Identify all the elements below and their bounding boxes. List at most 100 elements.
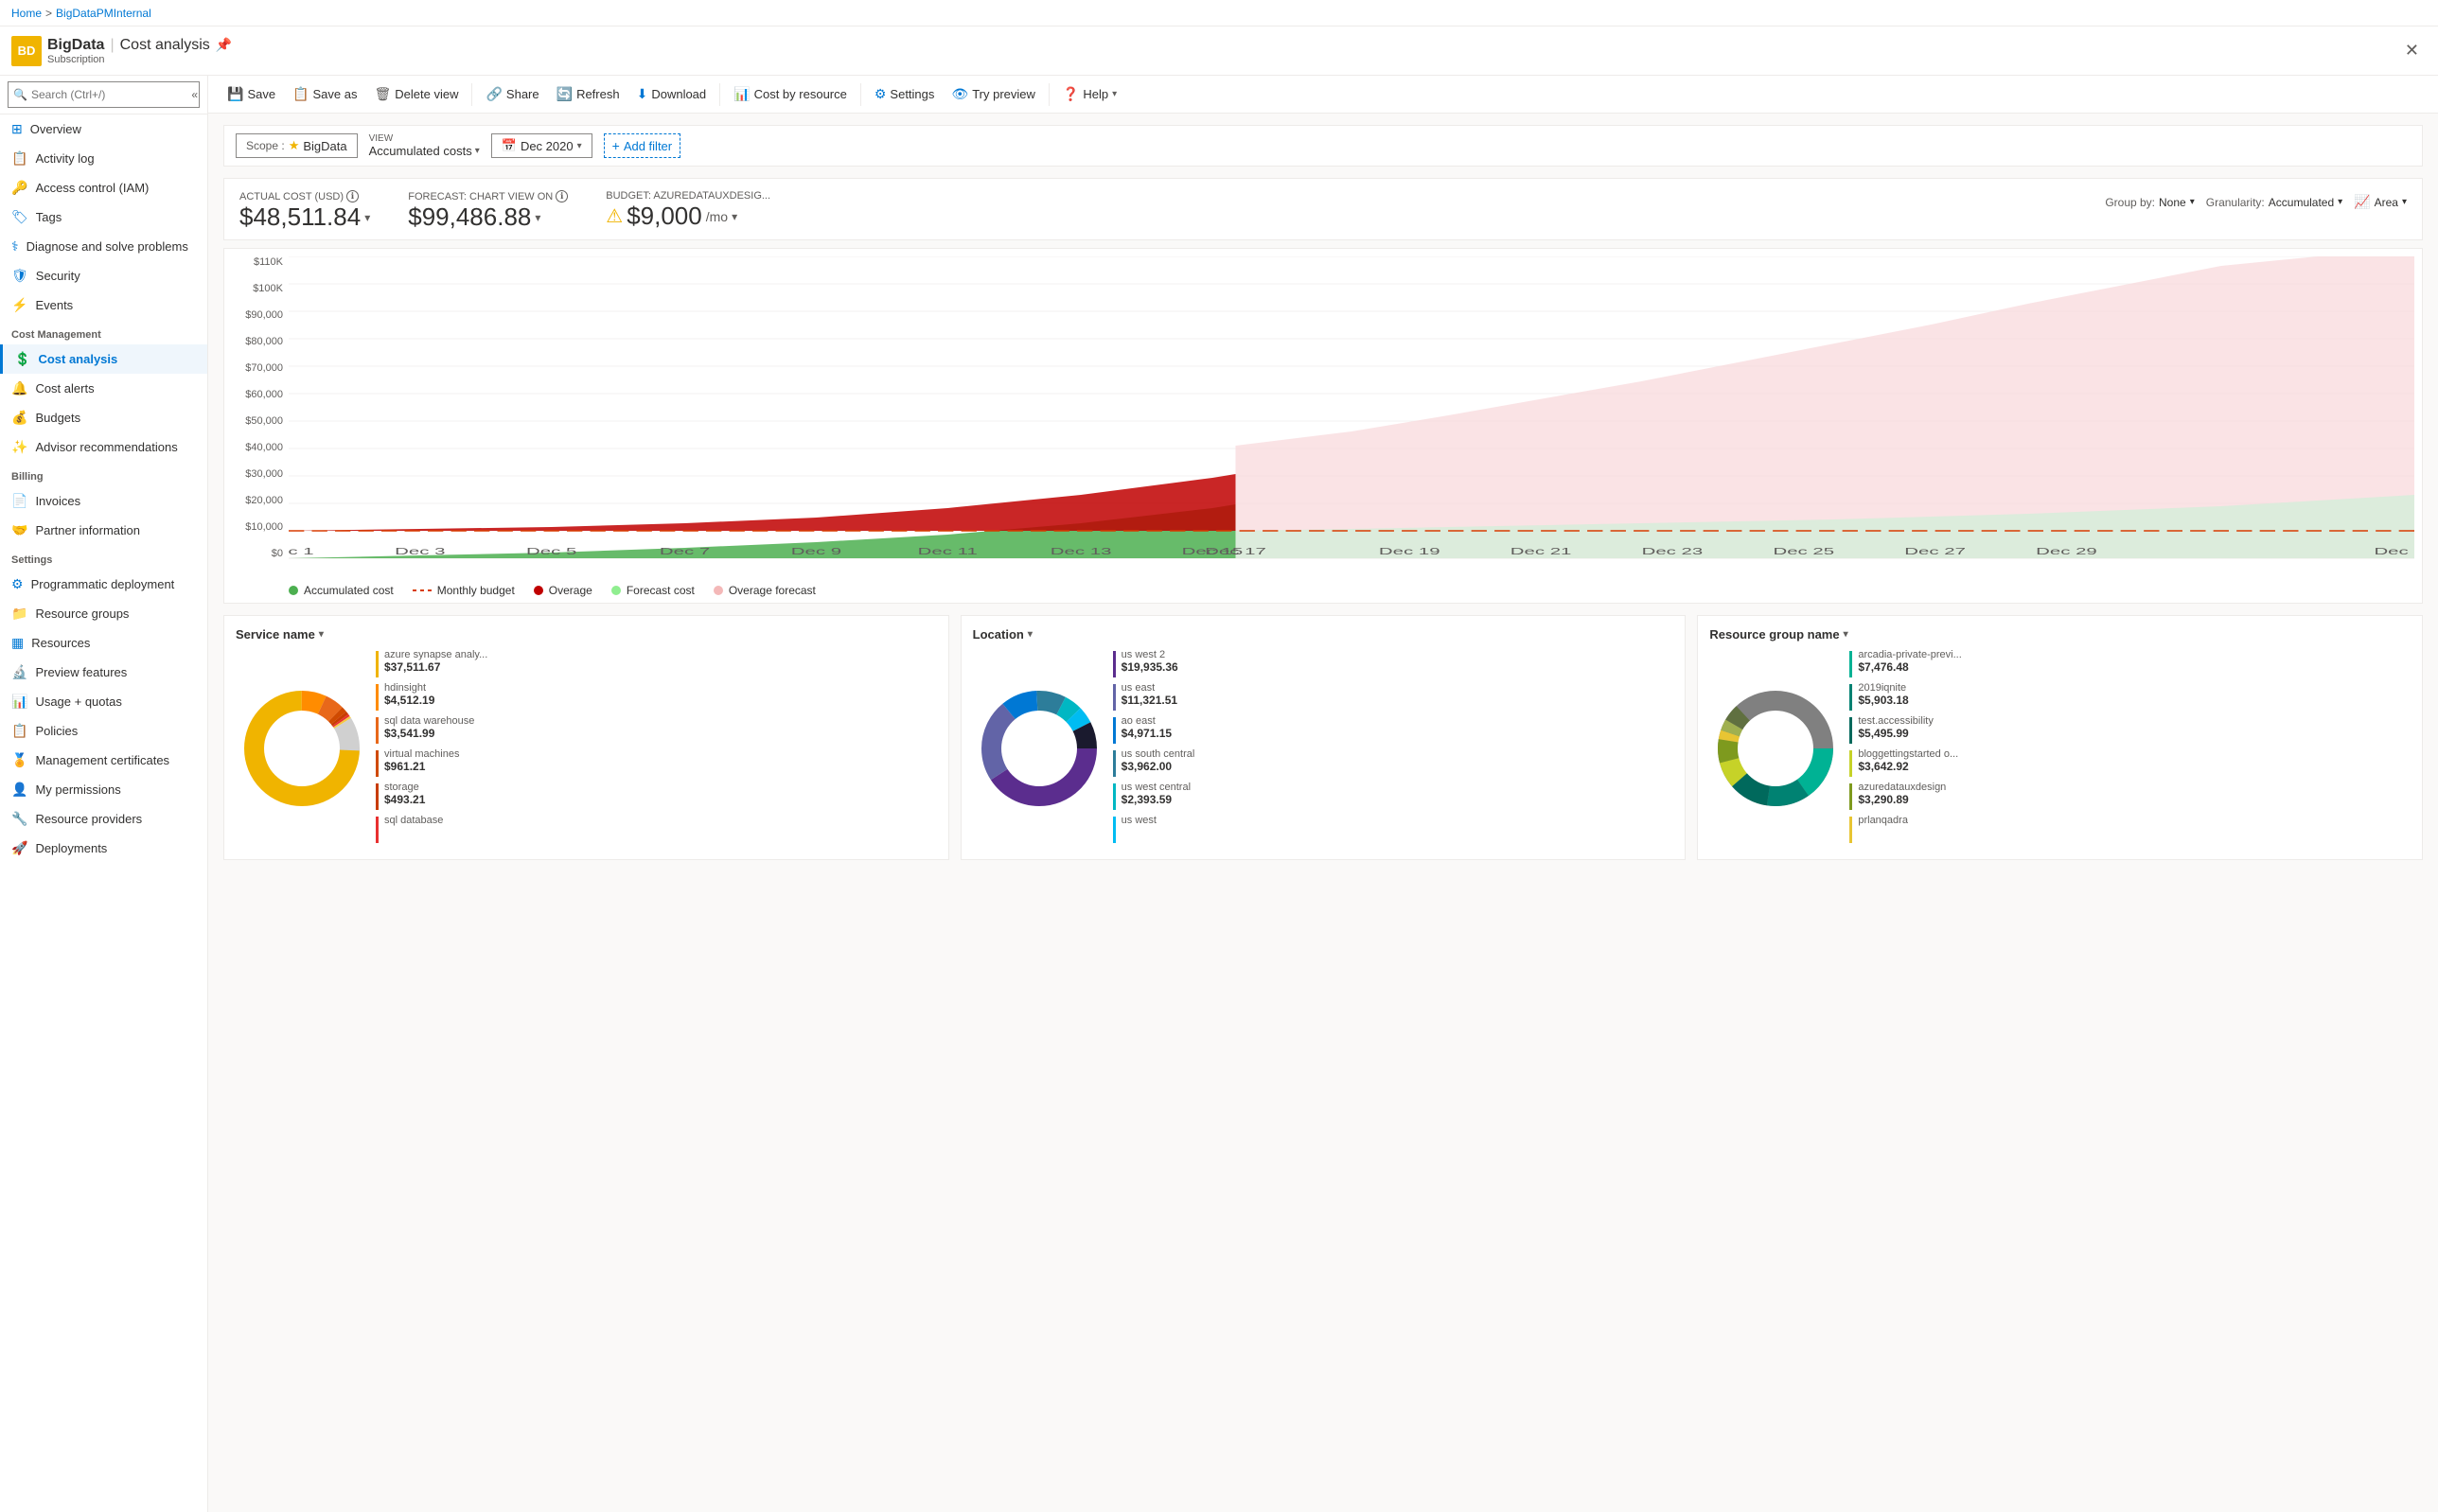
sidebar-item-resources[interactable]: ▦ Resources [0, 628, 207, 658]
group-by-control[interactable]: Group by: None ▾ [2105, 196, 2194, 209]
chart-container: $110K $100K $90,000 $80,000 $70,000 $60,… [223, 248, 2423, 604]
sidebar-item-my-permissions[interactable]: 👤 My permissions [0, 775, 207, 804]
sidebar-item-resource-groups[interactable]: 📁 Resource groups [0, 599, 207, 628]
rg-chevron-icon: ▾ [1844, 629, 1848, 640]
donut-card-title-rg[interactable]: Resource group name ▾ [1709, 627, 2411, 642]
cost-by-resource-button[interactable]: 📊 Cost by resource [726, 81, 855, 107]
sidebar-item-budgets[interactable]: 💰 Budgets [0, 403, 207, 432]
activity-log-icon: 📋 [11, 150, 27, 167]
sidebar-item-tags[interactable]: 🏷 Tags [0, 202, 207, 232]
sidebar-item-overview[interactable]: ⊞ Overview [0, 114, 207, 144]
actual-chevron-icon: ▾ [364, 211, 370, 224]
app-logo: BD [11, 36, 42, 66]
save-as-button[interactable]: 📋 Save as [285, 81, 364, 107]
sidebar-item-cost-analysis[interactable]: 💲 Cost analysis [0, 344, 207, 374]
donut-legend-item: sql data warehouse$3,541.99 [376, 715, 937, 744]
sidebar-item-security[interactable]: 🛡 Security [0, 261, 207, 290]
view-label: VIEW [369, 133, 480, 144]
sidebar-item-programmatic[interactable]: ⚙ Programmatic deployment [0, 570, 207, 599]
sidebar-item-policies[interactable]: 📋 Policies [0, 716, 207, 746]
svg-text:Dec 3: Dec 3 [395, 546, 445, 556]
donut-card-title-location[interactable]: Location ▾ [973, 627, 1674, 642]
svg-text:Dec 5: Dec 5 [526, 546, 576, 556]
sidebar-item-resource-providers[interactable]: 🔧 Resource providers [0, 804, 207, 834]
close-button[interactable]: ✕ [2397, 37, 2427, 64]
granularity-control[interactable]: Granularity: Accumulated ▾ [2206, 196, 2342, 209]
donut-content-service: azure synapse analy...$37,511.67 hdinsig… [236, 649, 937, 848]
collapse-icon[interactable]: « [191, 88, 198, 101]
info-icon[interactable]: ℹ [346, 190, 359, 202]
budget-line-indicator [413, 589, 432, 591]
forecast-cost-value[interactable]: $99,486.88 ▾ [408, 202, 568, 232]
donut-legend-item: sql database [376, 815, 937, 843]
settings-icon: ⚙ [874, 86, 887, 102]
sidebar-item-label: Diagnose and solve problems [26, 239, 188, 254]
sidebar-item-partner-info[interactable]: 🤝 Partner information [0, 516, 207, 545]
save-button[interactable]: 💾 Save [220, 81, 283, 107]
sidebar-item-label: Events [35, 298, 73, 312]
view-selector[interactable]: VIEW Accumulated costs ▾ [369, 133, 480, 158]
svg-text:Dec 9: Dec 9 [791, 546, 841, 556]
legend-name: sql database [384, 815, 443, 826]
help-button[interactable]: ❓ Help ▾ [1055, 81, 1124, 107]
partner-icon: 🤝 [11, 522, 27, 538]
donut-legend-item: 2019iqnite$5,903.18 [1849, 682, 2411, 711]
donut-card-title-service[interactable]: Service name ▾ [236, 627, 937, 642]
svg-text:Dec 29: Dec 29 [2036, 546, 2097, 556]
legend-name: hdinsight [384, 682, 434, 694]
legend-overage: Overage [534, 584, 592, 597]
donut-legend-item: prlanqadra [1849, 815, 2411, 843]
sidebar-item-cost-alerts[interactable]: 🔔 Cost alerts [0, 374, 207, 403]
add-filter-label: Add filter [624, 139, 672, 153]
scope-selector[interactable]: Scope : ★ BigData [236, 133, 358, 158]
budget-chevron-icon: ▾ [732, 210, 737, 223]
search-icon: 🔍 [13, 88, 27, 101]
actual-cost-value[interactable]: $48,511.84 ▾ [239, 202, 370, 232]
service-chevron-icon: ▾ [319, 629, 324, 640]
forecast-info-icon[interactable]: ℹ [556, 190, 568, 202]
sidebar-item-mgmt-certs[interactable]: 🏅 Management certificates [0, 746, 207, 775]
sidebar-item-advisor[interactable]: ✨ Advisor recommendations [0, 432, 207, 462]
date-selector[interactable]: 📅 Dec 2020 ▾ [491, 133, 592, 158]
svg-text:Dec 21: Dec 21 [1510, 546, 1572, 556]
sidebar-item-diagnose[interactable]: ⚕ Diagnose and solve problems [0, 232, 207, 261]
y-label: $10,000 [232, 521, 289, 533]
sidebar-item-invoices[interactable]: 📄 Invoices [0, 486, 207, 516]
sidebar-item-events[interactable]: ⚡ Events [0, 290, 207, 320]
y-label: $60,000 [232, 389, 289, 400]
tags-icon: 🏷 [11, 209, 28, 225]
actual-cost-label: ACTUAL COST (USD) ℹ [239, 190, 370, 202]
download-button[interactable]: ⬇ Download [629, 81, 715, 107]
share-button[interactable]: 🔗 Share [478, 81, 546, 107]
granularity-value: Accumulated [2269, 196, 2334, 209]
donut-content-location: us west 2$19,935.36 us east$11,321.51 ao… [973, 649, 1674, 848]
refresh-button[interactable]: 🔄 Refresh [549, 81, 627, 107]
budget-cost-value[interactable]: ⚠ $9,000 /mo ▾ [606, 202, 770, 231]
sidebar-item-label: My permissions [35, 782, 120, 797]
settings-button[interactable]: ⚙ Settings [867, 81, 943, 107]
legend-bar [376, 651, 379, 677]
search-input[interactable] [8, 81, 200, 108]
delete-icon: 🗑 [375, 86, 392, 102]
legend-name: sql data warehouse [384, 715, 474, 727]
try-preview-button[interactable]: 👁 Try preview [944, 81, 1042, 107]
y-axis: $110K $100K $90,000 $80,000 $70,000 $60,… [232, 256, 289, 578]
chart-type-control[interactable]: 📈 Area ▾ [2354, 194, 2407, 210]
breadcrumb-home[interactable]: Home [11, 7, 42, 20]
add-filter-button[interactable]: + Add filter [604, 133, 681, 158]
sidebar-item-preview-features[interactable]: 🔬 Preview features [0, 658, 207, 687]
pin-icon[interactable]: 📌 [216, 37, 232, 53]
sidebar-item-activity-log[interactable]: 📋 Activity log [0, 144, 207, 173]
header-area: Home > BigDataPMInternal [0, 0, 2438, 26]
sidebar-item-deployments[interactable]: 🚀 Deployments [0, 834, 207, 863]
toolbar-divider-3 [860, 83, 861, 106]
breadcrumb-current[interactable]: BigDataPMInternal [56, 7, 151, 20]
donut-legend-item: us south central$3,962.00 [1113, 748, 1674, 777]
service-donut-chart [236, 682, 368, 815]
donut-legend-item: bloggettingstarted o...$3,642.92 [1849, 748, 2411, 777]
sidebar-item-usage-quotas[interactable]: 📊 Usage + quotas [0, 687, 207, 716]
sidebar-item-access-control[interactable]: 🔑 Access control (IAM) [0, 173, 207, 202]
delete-view-button[interactable]: 🗑 Delete view [367, 81, 467, 107]
sidebar-item-label: Management certificates [35, 753, 169, 767]
location-chevron-icon: ▾ [1028, 629, 1033, 640]
